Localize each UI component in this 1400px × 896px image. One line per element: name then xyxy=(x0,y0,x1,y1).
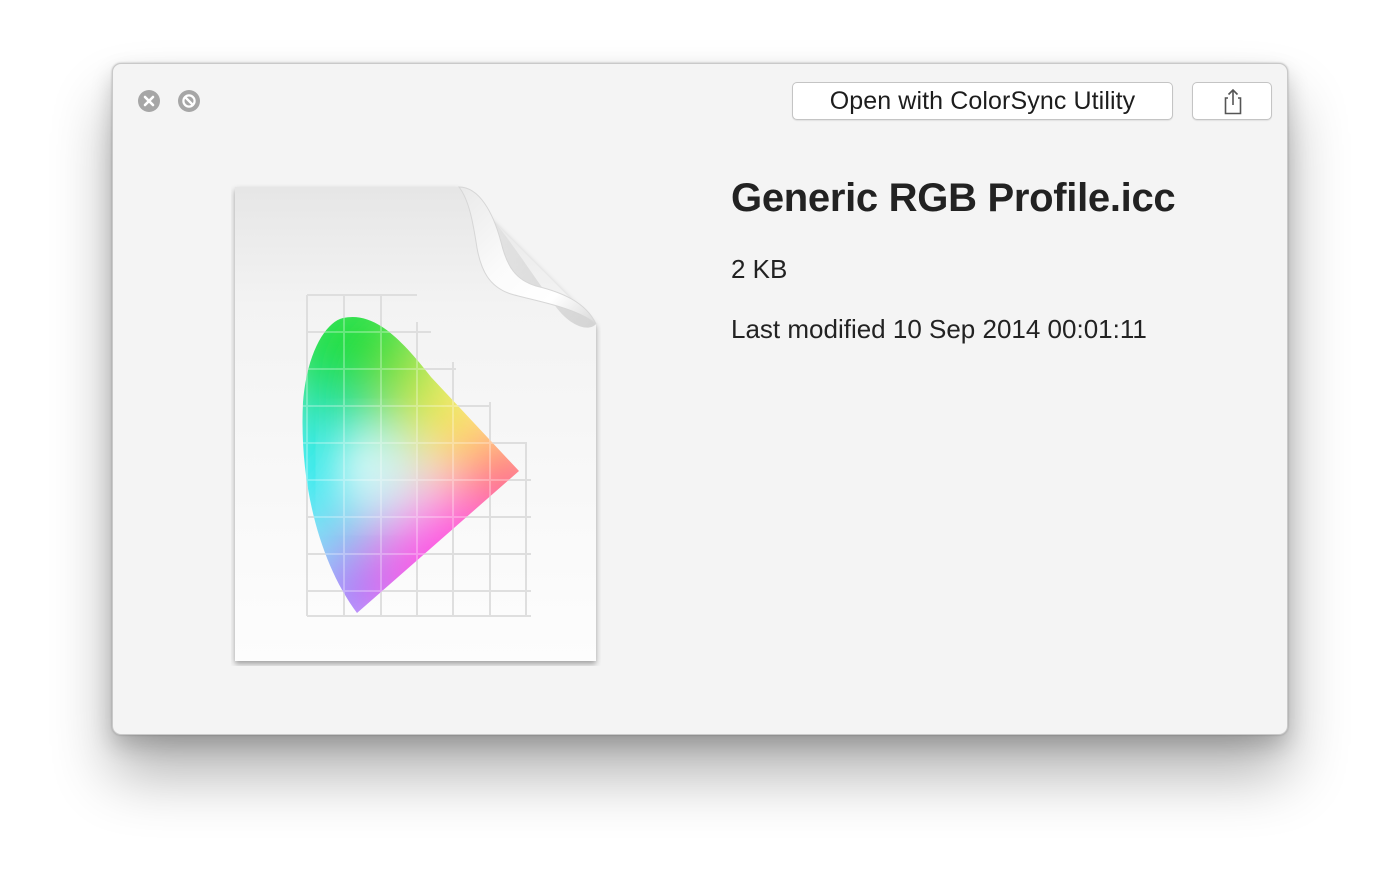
close-button[interactable] xyxy=(138,90,160,112)
fullscreen-button[interactable] xyxy=(178,90,200,112)
colorsync-profile-document-icon xyxy=(231,182,601,666)
fullscreen-disabled-icon xyxy=(182,94,196,108)
file-modified-date: Last modified 10 Sep 2014 00:01:11 xyxy=(731,314,1147,344)
open-with-colorsync-button[interactable]: Open with ColorSync Utility xyxy=(792,82,1173,120)
file-size: 2 KB xyxy=(731,254,788,284)
file-name: Generic RGB Profile.icc xyxy=(731,176,1176,220)
close-icon xyxy=(143,95,155,107)
share-button[interactable] xyxy=(1192,82,1272,120)
quick-look-window: Open with ColorSync Utility Generic RGB … xyxy=(112,63,1288,735)
share-icon xyxy=(1224,88,1242,115)
